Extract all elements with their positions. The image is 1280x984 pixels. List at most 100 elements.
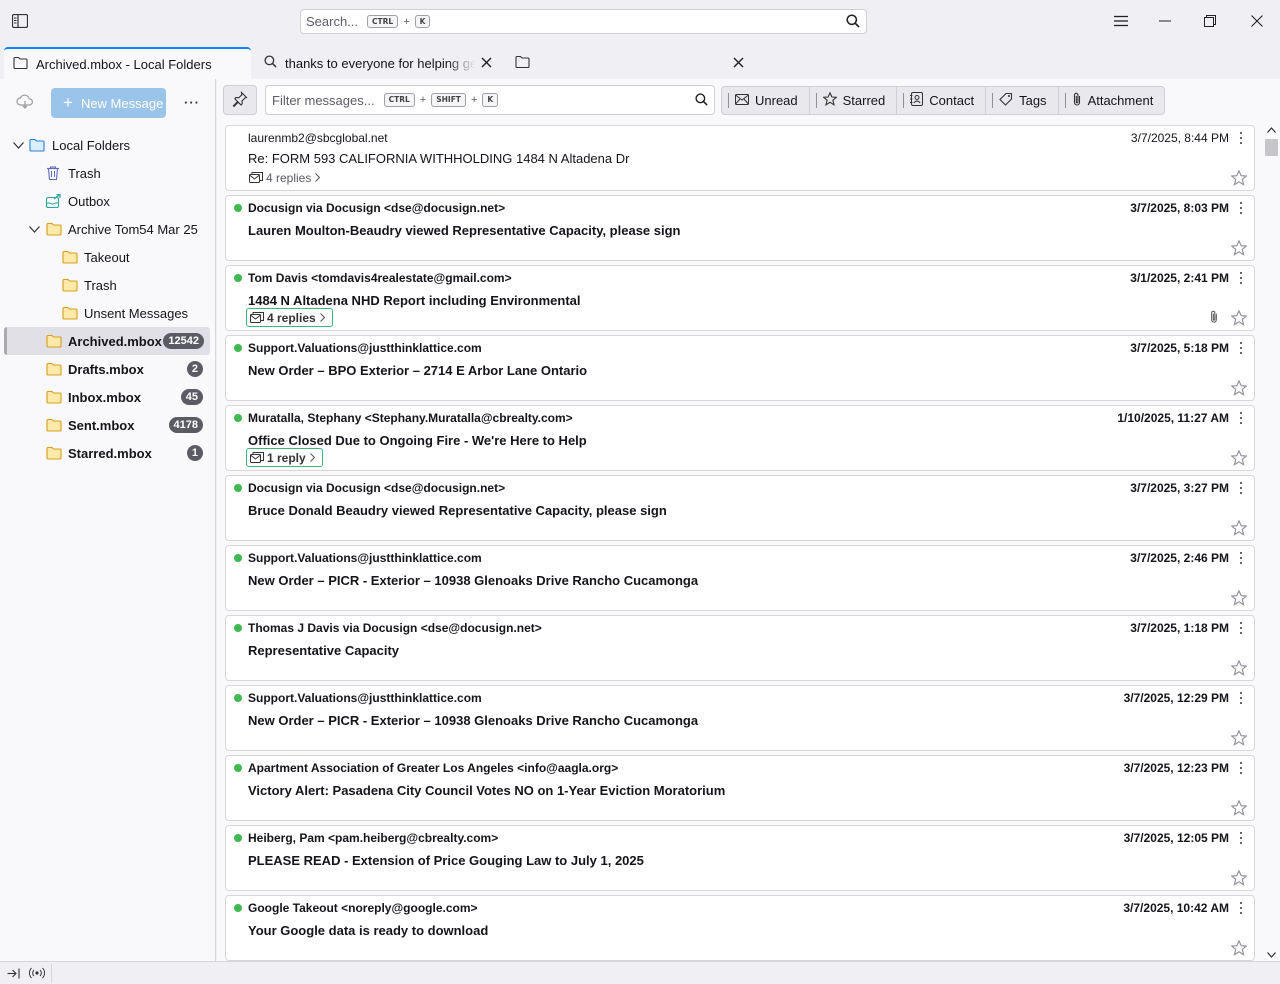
folder-unsent-messages[interactable]: Unsent Messages (0, 299, 216, 327)
folder-starred-mbox[interactable]: Starred.mbox 1 (0, 439, 216, 467)
chevron-down-icon[interactable] (12, 139, 24, 151)
global-search-input[interactable]: Search... CTRL + K (300, 9, 867, 34)
star-icon[interactable] (1230, 449, 1248, 466)
star-icon[interactable] (1230, 169, 1248, 186)
scrollbar-thumb[interactable] (1265, 139, 1278, 156)
filter-contact-button[interactable]: Contact (897, 87, 987, 114)
star-icon[interactable] (1230, 379, 1248, 396)
unread-dot[interactable] (234, 204, 242, 212)
folder-label: Inbox.mbox (68, 389, 141, 405)
thread-replies-button[interactable]: 4 replies (246, 308, 333, 327)
thread-replies-button[interactable]: 1 reply (246, 448, 323, 467)
message-menu-icon[interactable] (1238, 761, 1244, 775)
message-list-scrollbar[interactable] (1263, 125, 1280, 961)
sidebar-toggle-icon[interactable] (11, 12, 29, 30)
close-window-icon[interactable] (1247, 12, 1267, 30)
tab-search-results[interactable]: thanks to everyone for helping get t (255, 47, 500, 79)
star-icon[interactable] (1230, 589, 1248, 606)
new-message-button[interactable]: + New Message (51, 88, 166, 118)
folder-local-folders[interactable]: Local Folders (0, 131, 216, 159)
app-menu-icon[interactable] (1111, 12, 1131, 30)
filter-label: Contact (929, 93, 975, 108)
online-status-icon[interactable] (29, 966, 45, 980)
folder-archive-tom54[interactable]: Archive Tom54 Mar 25 (0, 215, 216, 243)
scroll-down-arrow-icon[interactable] (1267, 952, 1276, 958)
close-tab-icon[interactable] (479, 55, 493, 69)
search-icon[interactable] (846, 14, 860, 31)
folder-icon (46, 222, 62, 236)
restore-icon[interactable] (1200, 12, 1220, 30)
message-menu-icon[interactable] (1238, 901, 1244, 915)
message-card[interactable]: Docusign via Docusign <dse@docusign.net>… (225, 195, 1255, 261)
folder-outbox[interactable]: Outbox (0, 187, 216, 215)
folder-trash[interactable]: Trash (0, 159, 216, 187)
star-icon[interactable] (1230, 519, 1248, 536)
message-menu-icon[interactable] (1238, 621, 1244, 635)
chevron-down-icon[interactable] (28, 223, 40, 235)
star-icon[interactable] (1230, 659, 1248, 676)
unread-dot[interactable] (234, 344, 242, 352)
filter-starred-button[interactable]: Starred (810, 87, 898, 114)
message-list[interactable]: laurenmb2@sbcglobal.net 3/7/2025, 8:44 PM… (225, 125, 1255, 961)
star-icon[interactable] (1230, 309, 1248, 326)
filter-unread-button[interactable]: Unread (722, 87, 810, 114)
search-icon[interactable] (695, 93, 708, 109)
unread-dot[interactable] (234, 414, 242, 422)
close-tab-icon[interactable] (731, 55, 745, 69)
folder-archived-mbox[interactable]: Archived.mbox 12542 (4, 327, 210, 355)
message-menu-icon[interactable] (1238, 831, 1244, 845)
folder-archive-trash[interactable]: Trash (0, 271, 216, 299)
message-card[interactable]: Apartment Association of Greater Los Ang… (225, 755, 1255, 821)
star-icon[interactable] (1230, 869, 1248, 886)
folder-sent-mbox[interactable]: Sent.mbox 4178 (0, 411, 216, 439)
message-menu-icon[interactable] (1238, 131, 1244, 145)
message-menu-icon[interactable] (1238, 551, 1244, 565)
message-card[interactable]: Heiberg, Pam <pam.heiberg@cbrealty.com> 3… (225, 825, 1255, 891)
unread-dot[interactable] (234, 484, 242, 492)
unread-dot[interactable] (234, 834, 242, 842)
message-card[interactable]: Tom Davis <tomdavis4realestate@gmail.com… (225, 265, 1255, 331)
minimize-icon[interactable] (1155, 12, 1175, 30)
message-card[interactable]: Muratalla, Stephany <Stephany.Muratalla@… (225, 405, 1255, 471)
star-icon[interactable] (1230, 729, 1248, 746)
message-menu-icon[interactable] (1238, 481, 1244, 495)
message-card[interactable]: Support.Valuations@justthinklattice.com 3… (225, 335, 1255, 401)
unread-dot[interactable] (234, 764, 242, 772)
star-icon[interactable] (1230, 799, 1248, 816)
filter-tags-button[interactable]: Tags (986, 87, 1059, 114)
message-menu-icon[interactable] (1238, 341, 1244, 355)
star-icon[interactable] (1230, 239, 1248, 256)
tab-archived-mbox[interactable]: Archived.mbox - Local Folders (4, 47, 251, 79)
filter-attachment-button[interactable]: Attachment (1059, 87, 1165, 114)
message-card[interactable]: Support.Valuations@justthinklattice.com 3… (225, 545, 1255, 611)
get-messages-icon[interactable] (16, 94, 34, 112)
pin-filter-button[interactable] (223, 85, 257, 115)
tab-folder[interactable] (505, 47, 750, 79)
message-subject: Office Closed Due to Ongoing Fire - We'r… (248, 433, 587, 448)
message-menu-icon[interactable] (1238, 691, 1244, 705)
folder-takeout[interactable]: Takeout (0, 243, 216, 271)
message-menu-icon[interactable] (1238, 411, 1244, 425)
filter-messages-input[interactable]: Filter messages... CTRL + SHIFT + K (265, 85, 715, 115)
message-card[interactable]: Thomas J Davis via Docusign <dse@docusig… (225, 615, 1255, 681)
folder-drafts-mbox[interactable]: Drafts.mbox 2 (0, 355, 216, 383)
star-icon[interactable] (1230, 939, 1248, 956)
message-sender: Docusign via Docusign <dse@docusign.net> (248, 481, 506, 495)
message-card[interactable]: laurenmb2@sbcglobal.net 3/7/2025, 8:44 PM… (225, 125, 1255, 191)
folder-inbox-mbox[interactable]: Inbox.mbox 45 (0, 383, 216, 411)
message-card[interactable]: Google Takeout <noreply@google.com> 3/7/2… (225, 895, 1255, 961)
message-card[interactable]: Support.Valuations@justthinklattice.com 3… (225, 685, 1255, 751)
message-card[interactable]: Docusign via Docusign <dse@docusign.net>… (225, 475, 1255, 541)
message-menu-icon[interactable] (1238, 271, 1244, 285)
unread-dot[interactable] (234, 904, 242, 912)
unread-dot[interactable] (234, 694, 242, 702)
unread-dot[interactable] (234, 624, 242, 632)
more-options-icon[interactable]: ··· (184, 95, 200, 110)
scroll-up-arrow-icon[interactable] (1267, 127, 1276, 133)
message-menu-icon[interactable] (1238, 201, 1244, 215)
unread-dot[interactable] (234, 274, 242, 282)
message-sender: Tom Davis <tomdavis4realestate@gmail.com… (248, 271, 512, 285)
thread-replies-button[interactable]: 4 replies (246, 168, 327, 187)
collapse-pane-icon[interactable] (6, 966, 20, 980)
unread-dot[interactable] (234, 554, 242, 562)
